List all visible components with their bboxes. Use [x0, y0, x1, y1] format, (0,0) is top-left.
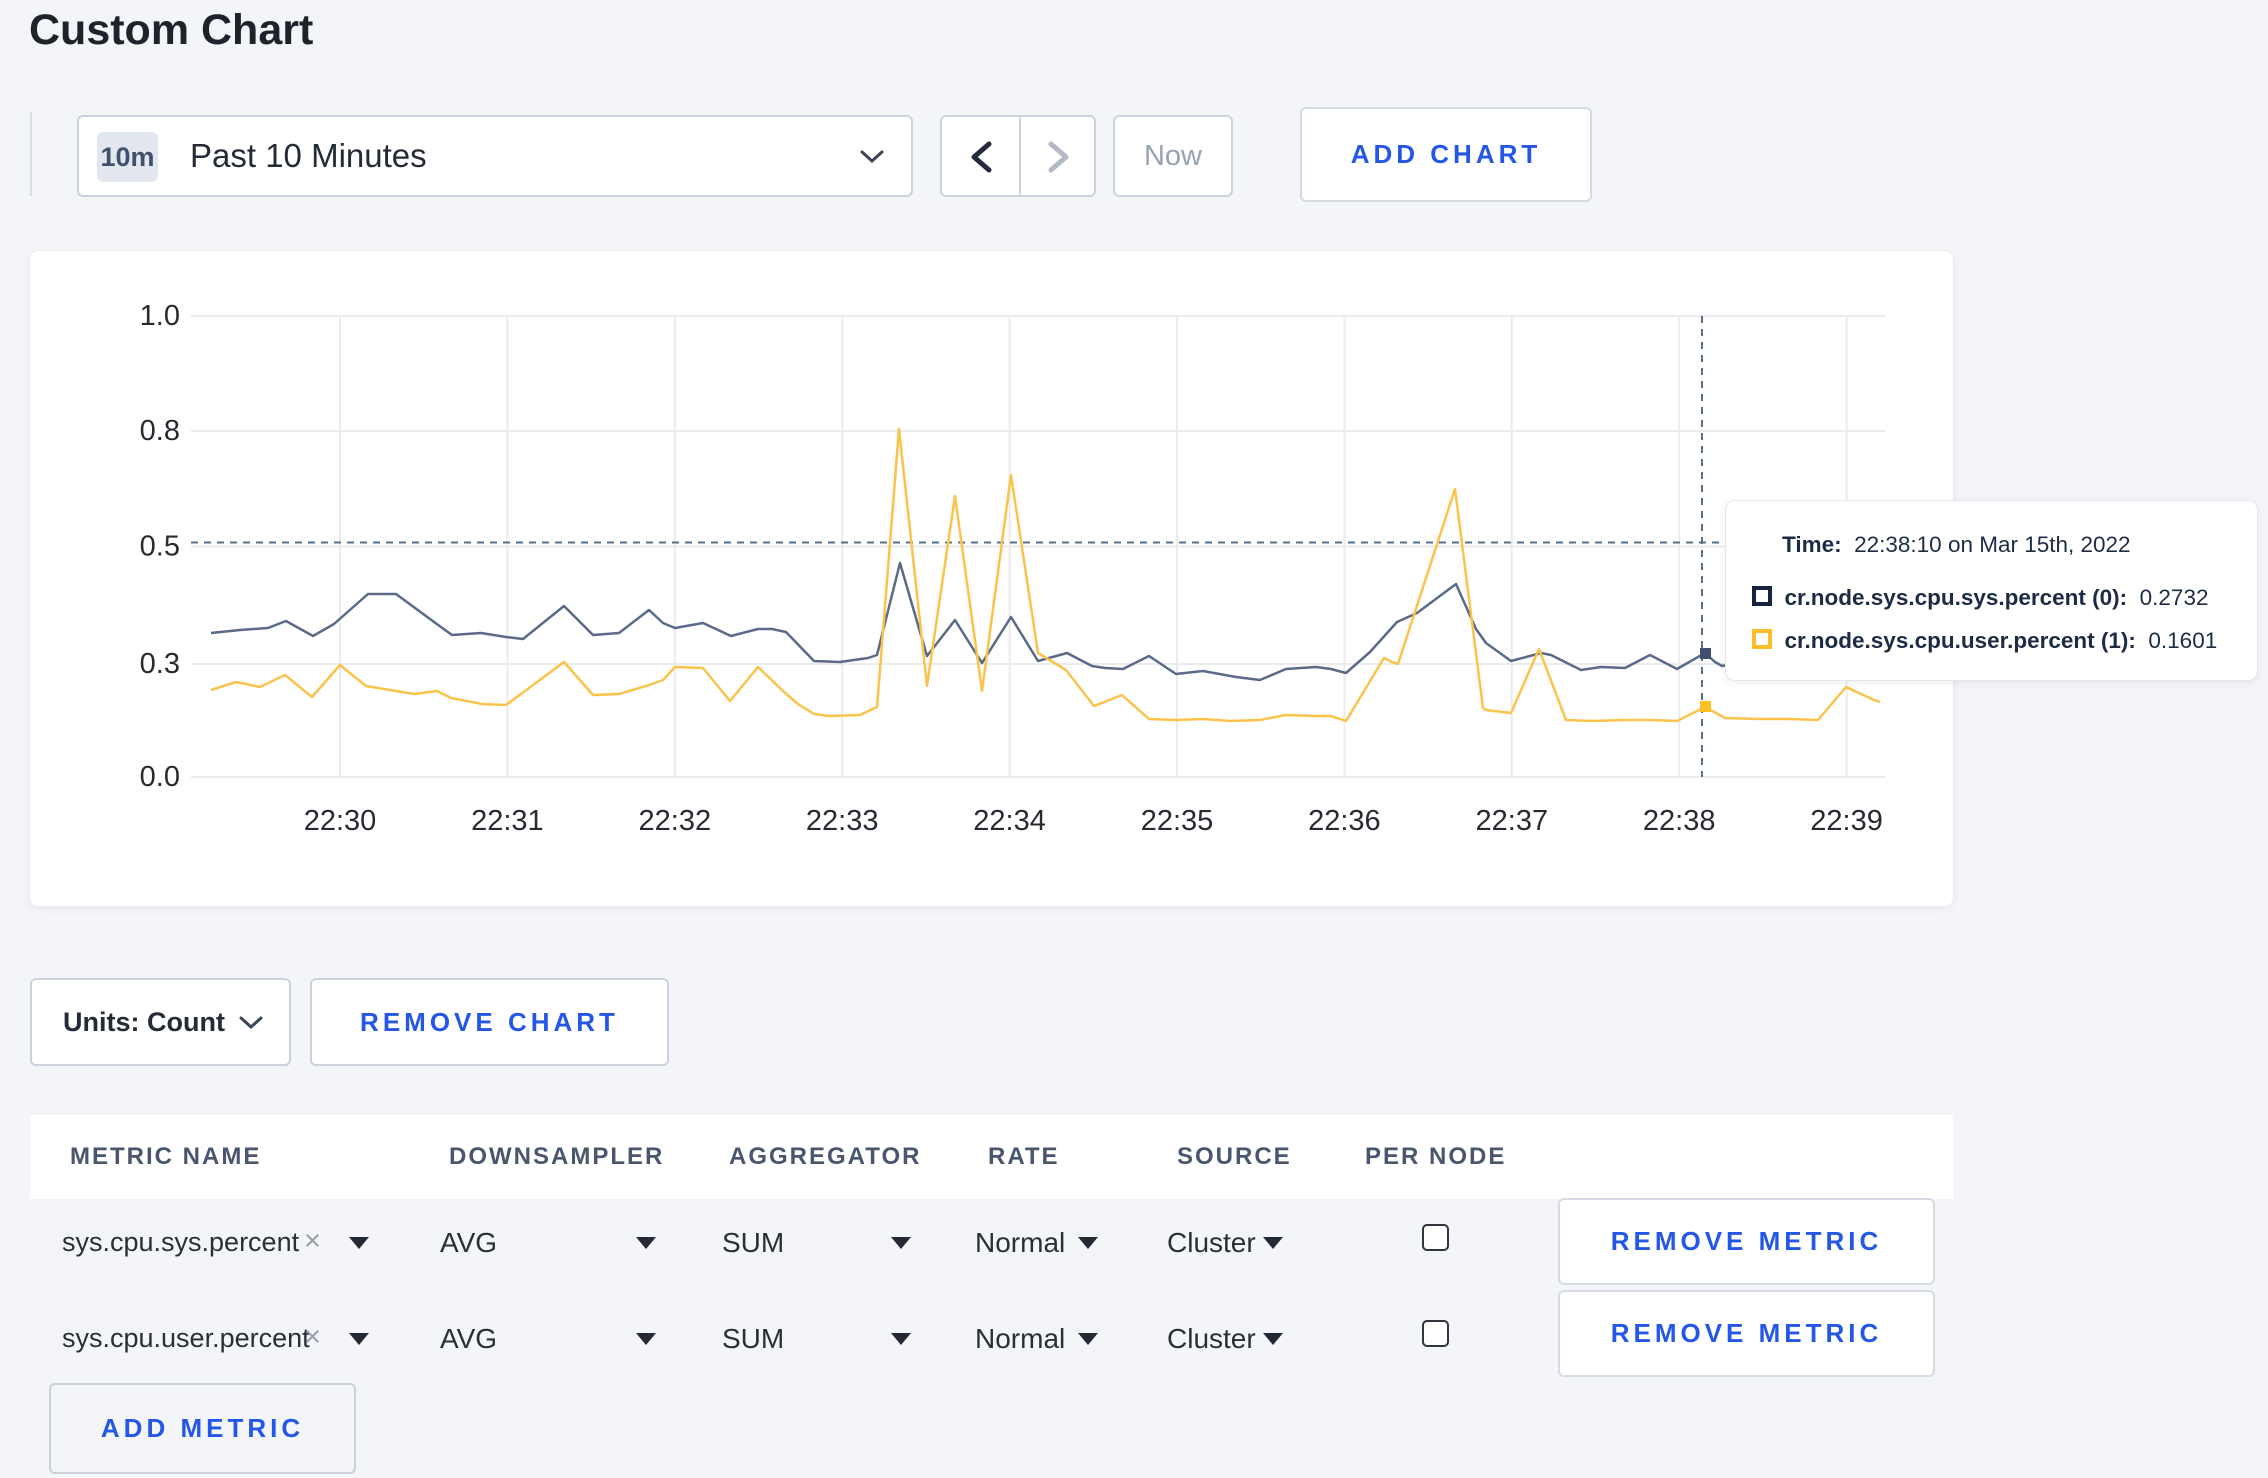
svg-text:0.5: 0.5: [140, 531, 180, 563]
svg-text:0.3: 0.3: [140, 648, 180, 680]
svg-text:22:36: 22:36: [1308, 805, 1381, 837]
svg-text:22:30: 22:30: [304, 805, 377, 837]
svg-text:22:34: 22:34: [973, 805, 1046, 837]
svg-text:22:32: 22:32: [639, 805, 712, 837]
svg-text:0.8: 0.8: [140, 415, 180, 447]
svg-text:22:38: 22:38: [1643, 805, 1716, 837]
svg-text:22:37: 22:37: [1476, 805, 1549, 837]
svg-text:1.0: 1.0: [140, 300, 180, 332]
svg-text:22:31: 22:31: [471, 805, 544, 837]
svg-text:22:39: 22:39: [1810, 805, 1883, 837]
svg-text:22:35: 22:35: [1141, 805, 1214, 837]
svg-text:22:33: 22:33: [806, 805, 879, 837]
svg-text:0.0: 0.0: [140, 761, 180, 793]
